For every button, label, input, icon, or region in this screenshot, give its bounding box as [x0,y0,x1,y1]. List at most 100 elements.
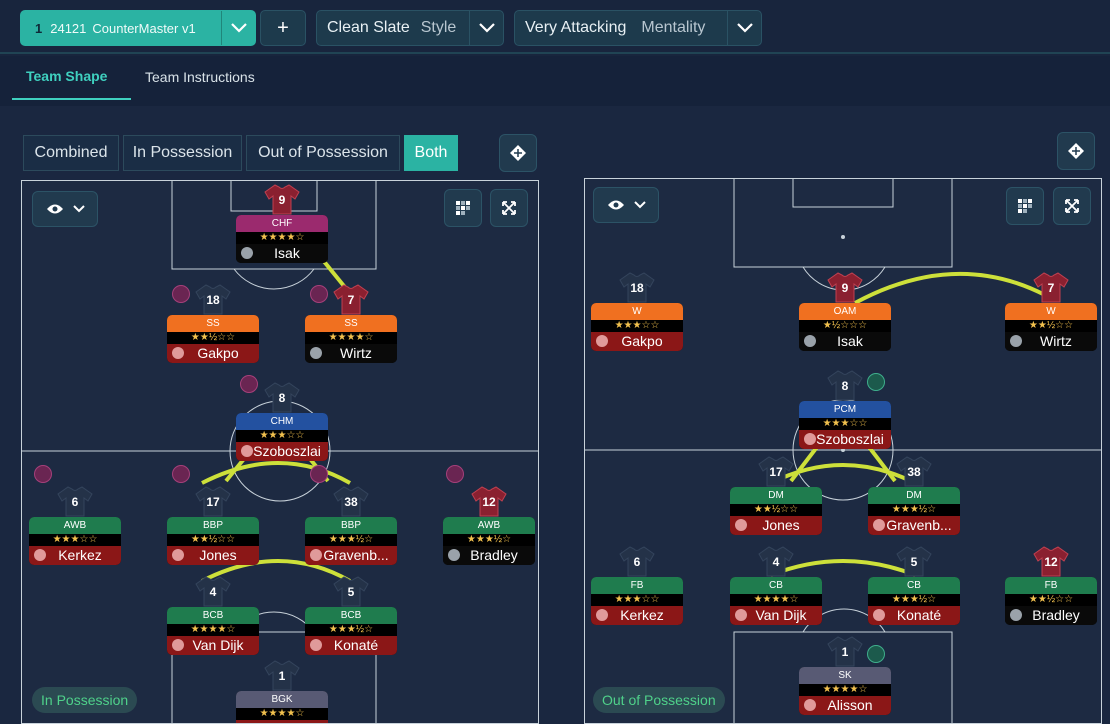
grid-view-button[interactable] [1006,187,1044,225]
add-tactic-button[interactable]: + [260,10,306,46]
player-role-card[interactable]: BBP ★★½☆☆ Jones [167,517,259,565]
player-number: 12 [482,495,496,509]
expand-button[interactable] [490,189,528,227]
player-number: 18 [630,281,644,295]
player-name: Alisson [827,697,873,713]
avatar-icon [172,549,184,561]
player-role-card[interactable]: W ★★½☆☆ Wirtz [1005,303,1097,351]
player-rating-stars: ★★★★☆ [167,624,259,636]
phase-label-out-of-possession: Out of Possession [593,687,725,713]
avatar-icon [172,347,184,359]
grid-icon [1018,199,1032,213]
view-both[interactable]: Both [404,135,458,171]
player-name: Kerkez [620,607,664,623]
player-name: Gakpo [197,345,239,361]
tab-team-instructions[interactable]: Team Instructions [145,69,255,85]
tactic-slot: 1 [35,20,43,36]
player-name-row: Isak [799,332,891,351]
player-rating-stars: ★★★☆☆ [591,320,683,332]
player-rating-stars: ★★★½☆ [305,624,397,636]
avatar-icon [804,433,816,445]
player-rating-stars: ★★★☆☆ [236,430,328,442]
player-number: 6 [633,555,641,569]
expand-button[interactable] [1053,187,1091,225]
player-name-row: Wirtz [1005,332,1097,351]
player-name: Gakpo [621,333,663,349]
pitch-out-of-possession: Out of Possession 18 W ★★★☆☆ Gakpo 9 OAM ★½☆☆☆… [584,178,1102,724]
expand-icon [502,201,516,215]
visibility-toggle[interactable] [32,191,98,227]
chevron-down-icon[interactable] [469,11,503,45]
player-role: SK [799,667,891,684]
player-rating-stars: ★★★½☆ [868,594,960,606]
player-number: 17 [769,465,783,479]
player-role-card[interactable]: CB ★★★½☆ Konaté [868,577,960,625]
player-number: 4 [209,585,217,599]
player-name-row: Isak [236,244,328,263]
player-role-card[interactable]: CHF ★★★★☆ Isak [236,215,328,263]
avatar-icon [241,247,253,259]
player-rating-stars: ★★★½☆ [868,504,960,516]
player-role-card[interactable]: FB ★★½☆☆ Bradley [1005,577,1097,625]
visibility-toggle[interactable] [593,187,659,223]
player-name-row: Jones [730,516,822,535]
player-role: W [1005,303,1097,320]
player-name: Gravenb... [323,547,389,563]
avatar-icon [873,519,885,531]
player-role-card[interactable]: PCM ★★★☆☆ Szoboszlai [799,401,891,449]
player-name-row: Kerkez [591,606,683,625]
player-name: Kerkez [58,547,102,563]
player-role-card[interactable]: SK ★★★★☆ Alisson [799,667,891,715]
player-rating-stars: ★★½☆☆ [1005,320,1097,332]
tab-team-shape[interactable]: Team Shape [26,68,107,84]
player-number: 4 [772,555,780,569]
player-number: 5 [910,555,918,569]
grid-view-button[interactable] [444,189,482,227]
player-rating-stars: ★★★★☆ [799,684,891,696]
player-name: Konaté [333,637,379,653]
right-swap-button[interactable] [1057,132,1095,170]
player-role-card[interactable]: AWB ★★★☆☆ Kerkez [29,517,121,565]
player-role-card[interactable]: W ★★★☆☆ Gakpo [591,303,683,351]
player-role-card[interactable]: SS ★★½☆☆ Gakpo [167,315,259,363]
player-role-card[interactable]: DM ★★★½☆ Gravenb... [868,487,960,535]
view-out-of-possession[interactable]: Out of Possession [246,135,400,171]
player-name: Van Dijk [192,637,244,653]
player-role-card[interactable]: SS ★★★★☆ Wirtz [305,315,397,363]
view-combined[interactable]: Combined [23,135,119,171]
player-role: DM [730,487,822,504]
chevron-down-icon[interactable] [727,11,761,45]
view-in-possession[interactable]: In Possession [123,135,242,171]
player-number: 38 [344,495,358,509]
tactic-select[interactable]: 1 24121 CounterMaster v1 [20,10,256,46]
player-role-card[interactable]: CHM ★★★☆☆ Szoboszlai [236,413,328,461]
avatar-icon [1010,609,1022,621]
avatar-icon [1010,335,1022,347]
mentality-label: Mentality [641,19,706,36]
player-role-card[interactable]: BBP ★★★½☆ Gravenb... [305,517,397,565]
player-role-card[interactable]: CB ★★★★☆ Van Dijk [730,577,822,625]
style-select[interactable]: Clean Slate Style [316,10,504,46]
diamond-arrows-icon [1068,143,1084,159]
player-role-card[interactable]: BCB ★★★★☆ Van Dijk [167,607,259,655]
player-role-card[interactable]: OAM ★½☆☆☆ Isak [799,303,891,351]
player-name-row: Konaté [868,606,960,625]
player-number: 12 [1044,555,1058,569]
player-role-card[interactable]: BCB ★★★½☆ Konaté [305,607,397,655]
style-value: Clean Slate [327,19,410,36]
grid-icon [456,201,470,215]
player-role-card[interactable]: DM ★★½☆☆ Jones [730,487,822,535]
player-role-card[interactable]: FB ★★★☆☆ Kerkez [591,577,683,625]
player-role-card[interactable]: AWB ★★★½☆ Bradley [443,517,535,565]
mentality-select[interactable]: Very Attacking Mentality [514,10,762,46]
chevron-down-icon [633,201,646,209]
avatar-icon [172,639,184,651]
left-swap-button[interactable] [499,134,537,172]
player-number: 8 [278,391,286,405]
pitch-in-possession: In Possession 9 CHF ★★★★☆ Isak 18 SS ★★½☆☆ Gakp… [21,180,539,724]
player-role: SS [167,315,259,332]
player-role-card[interactable]: BGK★★★★☆Alisson [236,691,328,723]
avatar-icon [804,699,816,711]
role-badge-icon [446,465,464,483]
chevron-down-icon[interactable] [221,11,255,45]
